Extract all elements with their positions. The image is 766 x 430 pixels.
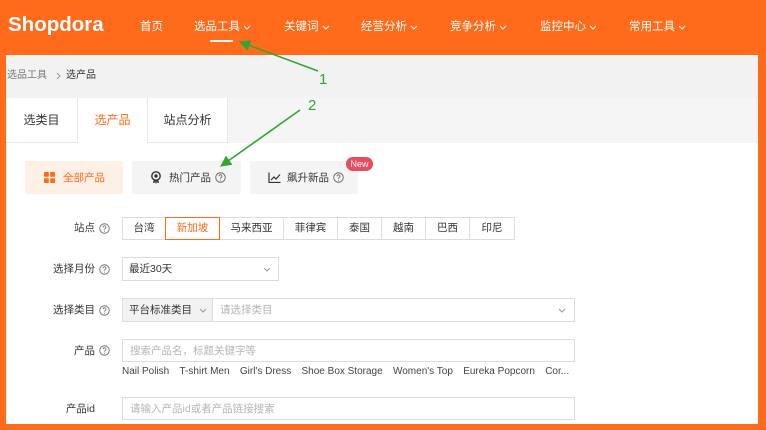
- site-option-thailand[interactable]: 泰国: [337, 217, 382, 240]
- product-id-input[interactable]: [122, 397, 575, 420]
- suggestion-tag[interactable]: Cor...: [545, 365, 569, 379]
- nav-item-home[interactable]: 首页: [140, 17, 163, 37]
- nav-item-label: 监控中心: [540, 21, 586, 33]
- chevron-down-icon: [322, 25, 329, 30]
- top-nav: Shopdora 首页 选品工具 关键词 经营分析 竞争分析 监控中心 常用工具: [0, 0, 766, 55]
- suggestion-tag[interactable]: Shoe Box Storage: [302, 365, 383, 379]
- site-option-singapore[interactable]: 新加坡: [165, 217, 220, 240]
- chevron-down-icon: [243, 25, 251, 30]
- product-label: 产品: [74, 344, 95, 357]
- main-content: 选品工具 选产品 选类目 选产品 站点分析 全部产品 热门产品 飙升新品 New…: [6, 55, 758, 424]
- all-products-button[interactable]: 全部产品: [25, 161, 123, 194]
- help-icon[interactable]: [99, 263, 110, 275]
- chevron-down-icon: [589, 25, 597, 30]
- site-label: 站点: [74, 222, 95, 234]
- chevron-right-icon: [56, 72, 61, 80]
- help-icon[interactable]: [99, 304, 110, 316]
- site-selector: 台湾 新加坡 马来西亚 菲律宾 泰国 越南 巴西 印尼: [122, 217, 515, 240]
- breadcrumb: 选品工具 选产品: [6, 55, 758, 98]
- category-type-value: 平台标准类目: [129, 304, 192, 316]
- tab-select-product[interactable]: 选产品: [78, 98, 148, 143]
- product-id-label: 产品id: [65, 402, 95, 415]
- tab-bar: 选类目 选产品 站点分析: [6, 98, 758, 143]
- site-option-brazil[interactable]: 巴西: [425, 217, 470, 240]
- nav-item-competition-analysis[interactable]: 竞争分析: [450, 17, 507, 37]
- category-input[interactable]: [213, 299, 553, 321]
- hot-products-button[interactable]: 热门产品: [132, 161, 241, 194]
- nav-item-label: 首页: [140, 21, 163, 33]
- chevron-down-icon: [263, 267, 271, 272]
- medal-icon: [151, 171, 161, 184]
- breadcrumb-parent-link[interactable]: 选品工具: [7, 69, 47, 83]
- suggestion-tag[interactable]: Girl's Dress: [240, 365, 291, 379]
- month-select-value: 最近30天: [129, 263, 173, 275]
- all-products-label: 全部产品: [63, 172, 105, 184]
- suggestion-tag[interactable]: T-shirt Men: [180, 365, 230, 379]
- month-select[interactable]: 最近30天: [122, 257, 279, 281]
- nav-item-label: 经营分析: [361, 21, 407, 33]
- chevron-down-icon: [678, 25, 686, 30]
- hot-products-label: 热门产品: [169, 172, 211, 184]
- chevron-down-icon: [499, 25, 507, 30]
- category-picker: 平台标准类目: [122, 298, 575, 322]
- nav-item-label: 竞争分析: [450, 21, 496, 33]
- new-badge: New: [346, 157, 373, 171]
- rising-new-products-label: 飙升新品: [287, 172, 329, 184]
- tab-select-category[interactable]: 选类目: [6, 98, 78, 143]
- product-suggestions: Nail Polish T-shirt Men Girl's Dress Sho…: [122, 365, 582, 379]
- month-label: 选择月份: [53, 263, 95, 275]
- chevron-down-icon: [410, 25, 418, 30]
- nav-item-label: 关键词: [284, 21, 319, 33]
- site-option-taiwan[interactable]: 台湾: [122, 217, 166, 240]
- chevron-down-icon[interactable]: [558, 308, 566, 313]
- site-option-vietnam[interactable]: 越南: [381, 217, 426, 240]
- shopdora-logo[interactable]: Shopdora: [8, 12, 104, 38]
- site-option-philippines[interactable]: 菲律宾: [283, 217, 338, 240]
- help-icon[interactable]: [99, 223, 110, 234]
- category-label: 选择类目: [53, 304, 95, 316]
- suggestion-tag[interactable]: Nail Polish: [122, 365, 169, 379]
- nav-item-product-tools[interactable]: 选品工具: [194, 17, 251, 42]
- category-type-select[interactable]: 平台标准类目: [123, 299, 213, 321]
- nav-item-keywords[interactable]: 关键词: [284, 17, 330, 37]
- chevron-down-icon: [199, 308, 207, 313]
- suggestion-tag[interactable]: Eureka Popcorn: [463, 365, 535, 379]
- breadcrumb-current: 选产品: [66, 70, 96, 81]
- nav-item-monitoring-center[interactable]: 监控中心: [540, 17, 597, 37]
- grid-icon: [44, 172, 55, 183]
- site-option-indonesia[interactable]: 印尼: [469, 217, 515, 240]
- site-option-malaysia[interactable]: 马来西亚: [219, 217, 284, 240]
- suggestion-tag[interactable]: Women's Top: [393, 365, 453, 379]
- nav-item-business-analysis[interactable]: 经营分析: [361, 17, 418, 37]
- nav-item-label: 常用工具: [629, 21, 675, 33]
- help-icon[interactable]: [333, 172, 344, 183]
- nav-item-label: 选品工具: [194, 21, 240, 33]
- help-icon[interactable]: [215, 172, 226, 183]
- help-icon[interactable]: [99, 345, 110, 356]
- tab-site-analysis[interactable]: 站点分析: [148, 98, 228, 143]
- rising-new-products-button[interactable]: 飙升新品: [250, 161, 358, 194]
- product-search-input[interactable]: [122, 339, 575, 362]
- nav-item-common-tools[interactable]: 常用工具: [629, 17, 686, 37]
- trend-chart-icon: [268, 172, 281, 183]
